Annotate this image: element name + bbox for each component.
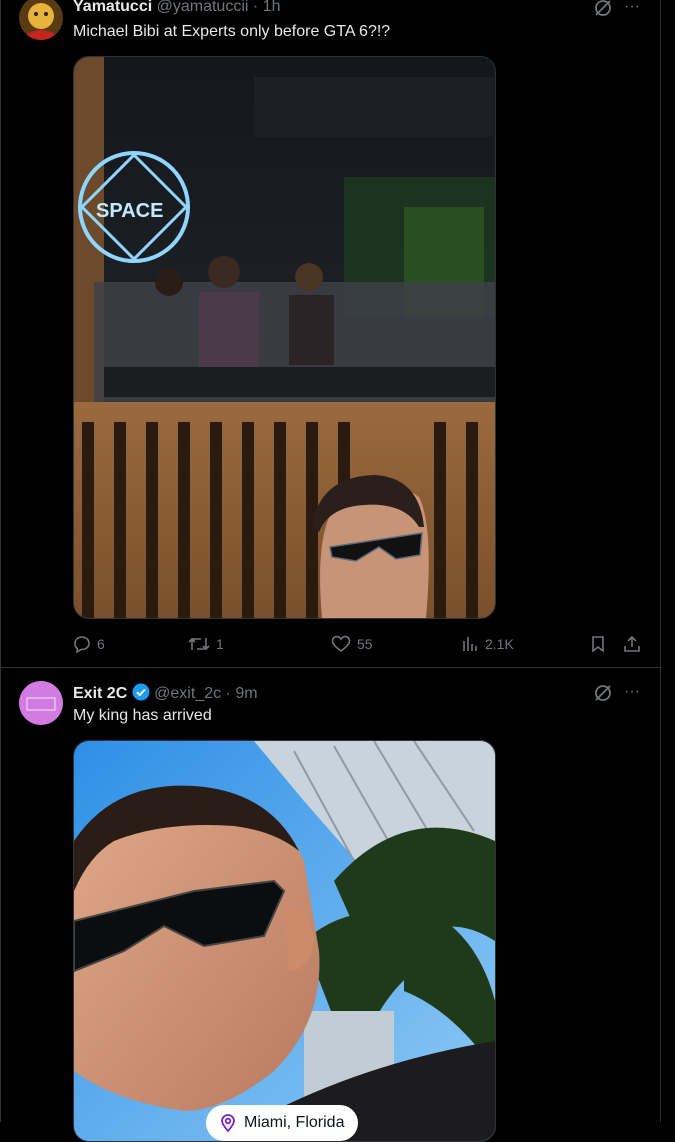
views-button[interactable]: 2.1K (461, 629, 514, 659)
display-name[interactable]: Exit 2C (73, 685, 127, 702)
handle[interactable]: @yamatuccii (157, 0, 249, 15)
post-text: Michael Bibi at Experts only before GTA … (73, 23, 391, 40)
repost-count: 1 (216, 636, 224, 652)
timestamp[interactable]: 1h (263, 0, 281, 15)
club-photo: SPACE (74, 57, 495, 618)
avatar[interactable] (19, 0, 63, 40)
reply-icon (74, 636, 90, 653)
avatar-image (19, 0, 63, 40)
location-pin-icon (221, 1114, 235, 1133)
repost-icon (188, 637, 210, 651)
like-button[interactable]: 55 (331, 629, 373, 659)
avatar-image (19, 681, 63, 725)
post-video[interactable]: SPACE (73, 56, 496, 619)
post-header: Yamatucci @yamatuccii · 1h (73, 0, 280, 16)
handle[interactable]: @exit_2c (154, 685, 221, 702)
bookmark-button[interactable] (589, 629, 607, 659)
heart-icon (331, 635, 351, 653)
verified-badge-icon (132, 683, 150, 706)
share-icon (624, 635, 640, 652)
display-name[interactable]: Yamatucci (73, 0, 152, 15)
views-icon (463, 637, 477, 651)
reply-count: 6 (97, 636, 105, 652)
separator-dot: · (225, 685, 231, 702)
separator-dot: · (252, 0, 259, 15)
share-button[interactable] (623, 629, 641, 659)
avatar[interactable] (19, 681, 63, 725)
post-image[interactable]: Miami, Florida (73, 740, 496, 1142)
post-actions: 6 1 55 2.1K (73, 629, 643, 659)
location-label: Miami, Florida (244, 1114, 345, 1131)
post-text: My king has arrived (73, 707, 212, 724)
post-yamatucci[interactable]: Yamatucci @yamatuccii · 1h ··· Michael B… (0, 0, 660, 667)
repost-button[interactable]: 1 (188, 629, 224, 659)
views-count: 2.1K (485, 636, 514, 652)
grok-icon[interactable] (590, 680, 616, 706)
location-tag[interactable]: Miami, Florida (206, 1105, 359, 1141)
more-icon[interactable]: ··· (619, 0, 645, 20)
selfie-photo (74, 741, 495, 1141)
more-icon[interactable]: ··· (619, 679, 645, 705)
post-exit2c[interactable]: Exit 2C @exit_2c · 9m ··· My king has ar… (0, 668, 660, 1142)
timestamp[interactable]: 9m (235, 685, 257, 702)
grok-icon[interactable] (590, 0, 616, 21)
like-count: 55 (357, 636, 373, 652)
post-header: Exit 2C @exit_2c · 9m (73, 683, 258, 706)
space-sign: SPACE (96, 200, 163, 222)
timeline-right-border (660, 0, 661, 1122)
bookmark-icon (592, 636, 604, 653)
reply-button[interactable]: 6 (73, 629, 105, 659)
